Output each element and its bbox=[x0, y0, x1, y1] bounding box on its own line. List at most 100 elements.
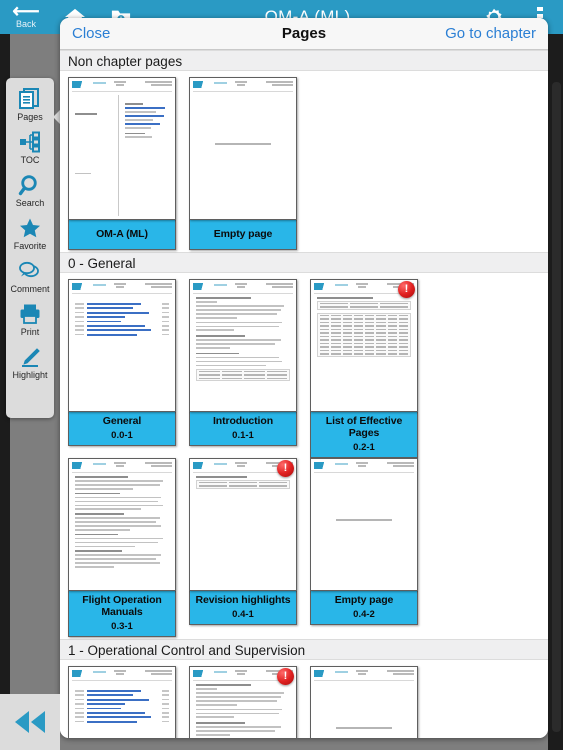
page-thumbnail-cell[interactable]: ! Supervision of operation by the O 1.1-… bbox=[189, 666, 310, 738]
page-number: 0.1-1 bbox=[232, 430, 254, 441]
page-thumbnail-cell[interactable]: Empty page 0.4-2 bbox=[310, 458, 431, 637]
comment-icon bbox=[18, 259, 42, 283]
page-thumbnail-cell[interactable]: Empty page bbox=[189, 77, 310, 250]
airline-logo-icon bbox=[193, 670, 213, 677]
page-number: 0.2-1 bbox=[353, 442, 375, 453]
scrollbar-thumb[interactable] bbox=[552, 82, 561, 732]
logo-wordmark bbox=[93, 671, 106, 673]
logo-wordmark bbox=[335, 463, 348, 465]
page-thumbnail-cell[interactable]: Operational Control and Super 1.0-1 bbox=[68, 666, 189, 738]
logo-wordmark bbox=[335, 671, 348, 673]
pencil-icon bbox=[18, 345, 42, 369]
page-preview[interactable] bbox=[310, 666, 418, 738]
revision-flag-icon: ! bbox=[398, 281, 415, 298]
page-caption[interactable]: OM-A (ML) bbox=[68, 220, 176, 250]
page-mini-meta bbox=[255, 283, 293, 288]
page-mini-toc-row bbox=[75, 316, 169, 318]
sidebar-item-label: Search bbox=[15, 198, 45, 208]
page-preview[interactable] bbox=[189, 279, 297, 412]
page-preview[interactable] bbox=[68, 666, 176, 738]
page-thumbnail-cell[interactable]: OM-A (ML) bbox=[68, 77, 189, 250]
airline-logo-icon bbox=[314, 462, 334, 469]
airline-logo-icon bbox=[314, 283, 334, 290]
sidebar-item-comment[interactable]: Comment bbox=[6, 256, 54, 299]
page-mini-table bbox=[196, 368, 290, 382]
airline-logo-icon bbox=[72, 462, 92, 469]
page-mini-header bbox=[193, 282, 293, 294]
page-thumbnail-cell[interactable]: Introduction 0.1-1 bbox=[189, 279, 310, 458]
pages-scroll-area[interactable]: Non chapter pages OM-A (ML) Empty page 0… bbox=[60, 50, 548, 738]
page-number: 0.4-1 bbox=[232, 609, 254, 620]
page-mini-toc-row bbox=[75, 703, 169, 705]
page-mini-header bbox=[193, 80, 293, 92]
revision-flag-icon: ! bbox=[277, 668, 294, 685]
sidebar-item-label: TOC bbox=[20, 155, 40, 165]
vertical-scrollbar[interactable] bbox=[548, 34, 563, 750]
page-caption[interactable]: Revision highlights 0.4-1 bbox=[189, 591, 297, 625]
page-mini-heading bbox=[352, 670, 372, 675]
page-preview[interactable] bbox=[68, 77, 176, 220]
section-header: 1 - Operational Control and Supervision bbox=[60, 639, 548, 660]
sidebar-item-label: Favorite bbox=[13, 241, 47, 251]
page-title: Empty page bbox=[334, 594, 394, 606]
page-mini-toc-row bbox=[75, 307, 169, 310]
back-button[interactable]: ⟵ Back bbox=[0, 0, 52, 34]
page-preview[interactable]: ! bbox=[310, 279, 418, 412]
page-caption[interactable]: Empty page bbox=[189, 220, 297, 250]
page-caption[interactable]: Introduction 0.1-1 bbox=[189, 412, 297, 446]
page-thumbnail-cell[interactable]: Empty page 1.1-2 bbox=[310, 666, 431, 738]
page-number: 0.4-2 bbox=[353, 609, 375, 620]
page-mini-toc-row bbox=[75, 720, 169, 723]
page-mini-body bbox=[196, 476, 290, 587]
sidebar-item-print[interactable]: Print bbox=[6, 299, 54, 342]
page-mini-toc-row bbox=[75, 707, 169, 710]
pages-panel-header: Close Pages Go to chapter bbox=[60, 18, 548, 50]
page-mini-meta bbox=[376, 462, 414, 467]
page-caption[interactable]: Flight Operation Manuals 0.3-1 bbox=[68, 591, 176, 637]
sidebar-item-pages[interactable]: Pages bbox=[6, 84, 54, 127]
page-mini-table bbox=[317, 312, 411, 357]
search-icon bbox=[18, 173, 42, 197]
page-mini-toc-row bbox=[75, 694, 169, 697]
section-header: Non chapter pages bbox=[60, 50, 548, 71]
page-thumbnail-cell[interactable]: General 0.0-1 bbox=[68, 279, 189, 458]
page-mini-body bbox=[75, 684, 169, 738]
page-caption[interactable]: List of Effective Pages 0.2-1 bbox=[310, 412, 418, 458]
sidebar-item-label: Pages bbox=[17, 112, 43, 122]
back-label: Back bbox=[15, 19, 36, 29]
page-preview[interactable] bbox=[68, 458, 176, 591]
sidebar-item-search[interactable]: Search bbox=[6, 170, 54, 213]
sidebar-item-highlight[interactable]: Highlight bbox=[6, 342, 54, 385]
logo-wordmark bbox=[214, 284, 227, 286]
page-mini-header bbox=[72, 282, 172, 294]
page-mini-toc-row bbox=[75, 690, 169, 692]
page-title: General bbox=[102, 415, 142, 427]
airline-logo-icon bbox=[314, 670, 334, 677]
section-header: 0 - General bbox=[60, 252, 548, 273]
page-mini-meta bbox=[134, 81, 172, 86]
page-mini-toc-row bbox=[75, 716, 169, 719]
go-to-chapter-button[interactable]: Go to chapter bbox=[445, 25, 536, 42]
page-thumbnail-cell[interactable]: ! List of Effective Pages 0.2-1 bbox=[310, 279, 431, 458]
page-preview[interactable] bbox=[68, 279, 176, 412]
rewind-button[interactable] bbox=[0, 694, 60, 750]
page-mini-meta bbox=[134, 283, 172, 288]
page-title: Revision highlights bbox=[195, 594, 291, 606]
page-preview[interactable] bbox=[310, 458, 418, 591]
page-preview[interactable]: ! bbox=[189, 666, 297, 738]
page-mini-header bbox=[72, 80, 172, 92]
page-mini-header bbox=[314, 461, 414, 473]
page-caption[interactable]: Empty page 0.4-2 bbox=[310, 591, 418, 625]
close-button[interactable]: Close bbox=[72, 25, 110, 42]
sidebar-item-toc[interactable]: TOC bbox=[6, 127, 54, 170]
page-preview[interactable]: ! bbox=[189, 458, 297, 591]
page-mini-table bbox=[317, 300, 411, 310]
logo-wordmark bbox=[214, 671, 227, 673]
page-mini-header bbox=[314, 669, 414, 681]
page-thumbnail-cell[interactable]: Flight Operation Manuals 0.3-1 bbox=[68, 458, 189, 637]
page-thumbnail-cell[interactable]: ! Revision highlights 0.4-1 bbox=[189, 458, 310, 637]
page-caption[interactable]: General 0.0-1 bbox=[68, 412, 176, 446]
sidebar-item-favorite[interactable]: Favorite bbox=[6, 213, 54, 256]
page-mini-table bbox=[196, 479, 290, 489]
page-preview[interactable] bbox=[189, 77, 297, 220]
